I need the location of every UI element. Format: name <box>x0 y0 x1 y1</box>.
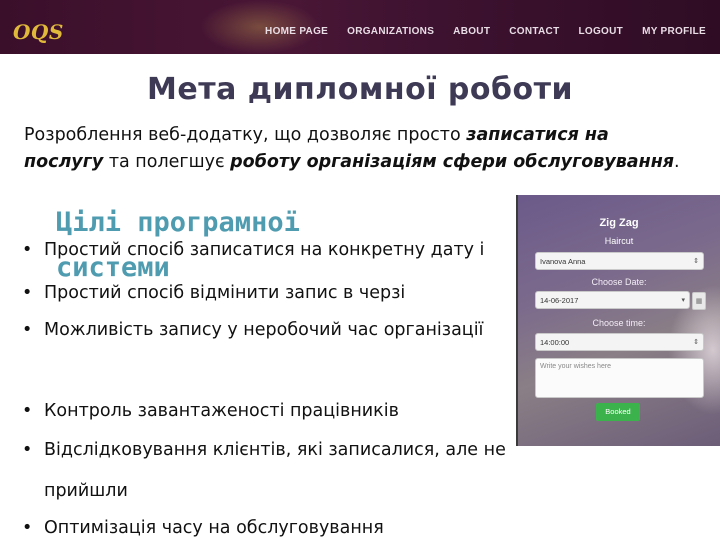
slide-title: Мета дипломної роботи <box>147 72 573 107</box>
booking-form-screenshot: Zig Zag Haircut Ivanova Anna ⇕ Choose Da… <box>516 195 720 446</box>
calendar-icon[interactable]: ▦ <box>692 292 706 310</box>
organization-name: Zig Zag <box>599 217 639 229</box>
nav-logout[interactable]: LOGOUT <box>578 26 623 37</box>
client-value: Ivanova Anna <box>540 257 586 266</box>
date-input[interactable]: 14-06-2017 ▾ <box>535 291 690 309</box>
intro-text-2: та полегшує <box>103 152 231 172</box>
list-item: Оптимізація часу на обслуговування <box>22 518 384 538</box>
intro-bold-2: роботу організаціям сфери обслуговування <box>230 152 675 172</box>
list-item: Можливість запису у неробочий час органі… <box>22 320 483 340</box>
time-select[interactable]: 14:00:00 ⇕ <box>535 333 704 351</box>
client-select[interactable]: Ivanova Anna ⇕ <box>535 252 704 270</box>
select-arrows-icon: ⇕ <box>693 258 699 265</box>
nav-contact[interactable]: CONTACT <box>509 26 559 37</box>
time-value: 14:00:00 <box>540 338 570 347</box>
list-item: Відслідковування клієнтів, які записалис… <box>22 440 506 460</box>
list-item: Контроль завантаженості працівників <box>22 401 399 421</box>
date-value: 14-06-2017 <box>540 296 579 305</box>
date-label: Choose Date: <box>591 277 647 287</box>
intro-text-3: . <box>674 152 680 172</box>
intro-text-1: Розроблення веб-додатку, що дозволяє про… <box>24 125 467 145</box>
top-navbar: OQS HOME PAGE ORGANIZATIONS ABOUT CONTAC… <box>0 0 720 54</box>
wishes-textarea[interactable]: Write your wishes here <box>535 358 704 398</box>
dropdown-arrow-icon: ▾ <box>681 297 685 304</box>
list-item-continuation: прийшли <box>44 481 128 501</box>
intro-paragraph: Розроблення веб-додатку, що дозволяє про… <box>24 122 684 176</box>
booking-form: Zig Zag Haircut Ivanova Anna ⇕ Choose Da… <box>532 195 706 446</box>
section-subtitle: Цілі програмної системи <box>56 207 300 283</box>
nav-home-page[interactable]: HOME PAGE <box>265 26 328 37</box>
nav-my-profile[interactable]: MY PROFILE <box>642 26 706 37</box>
nav-about[interactable]: ABOUT <box>453 26 490 37</box>
booked-button[interactable]: Booked <box>596 403 640 421</box>
service-name: Haircut <box>604 236 634 246</box>
time-label: Choose time: <box>592 318 646 328</box>
nav-menu: HOME PAGE ORGANIZATIONS ABOUT CONTACT LO… <box>265 26 706 37</box>
nav-organizations[interactable]: ORGANIZATIONS <box>347 26 434 37</box>
select-arrows-icon: ⇕ <box>693 339 699 346</box>
logo[interactable]: OQS <box>13 20 64 44</box>
